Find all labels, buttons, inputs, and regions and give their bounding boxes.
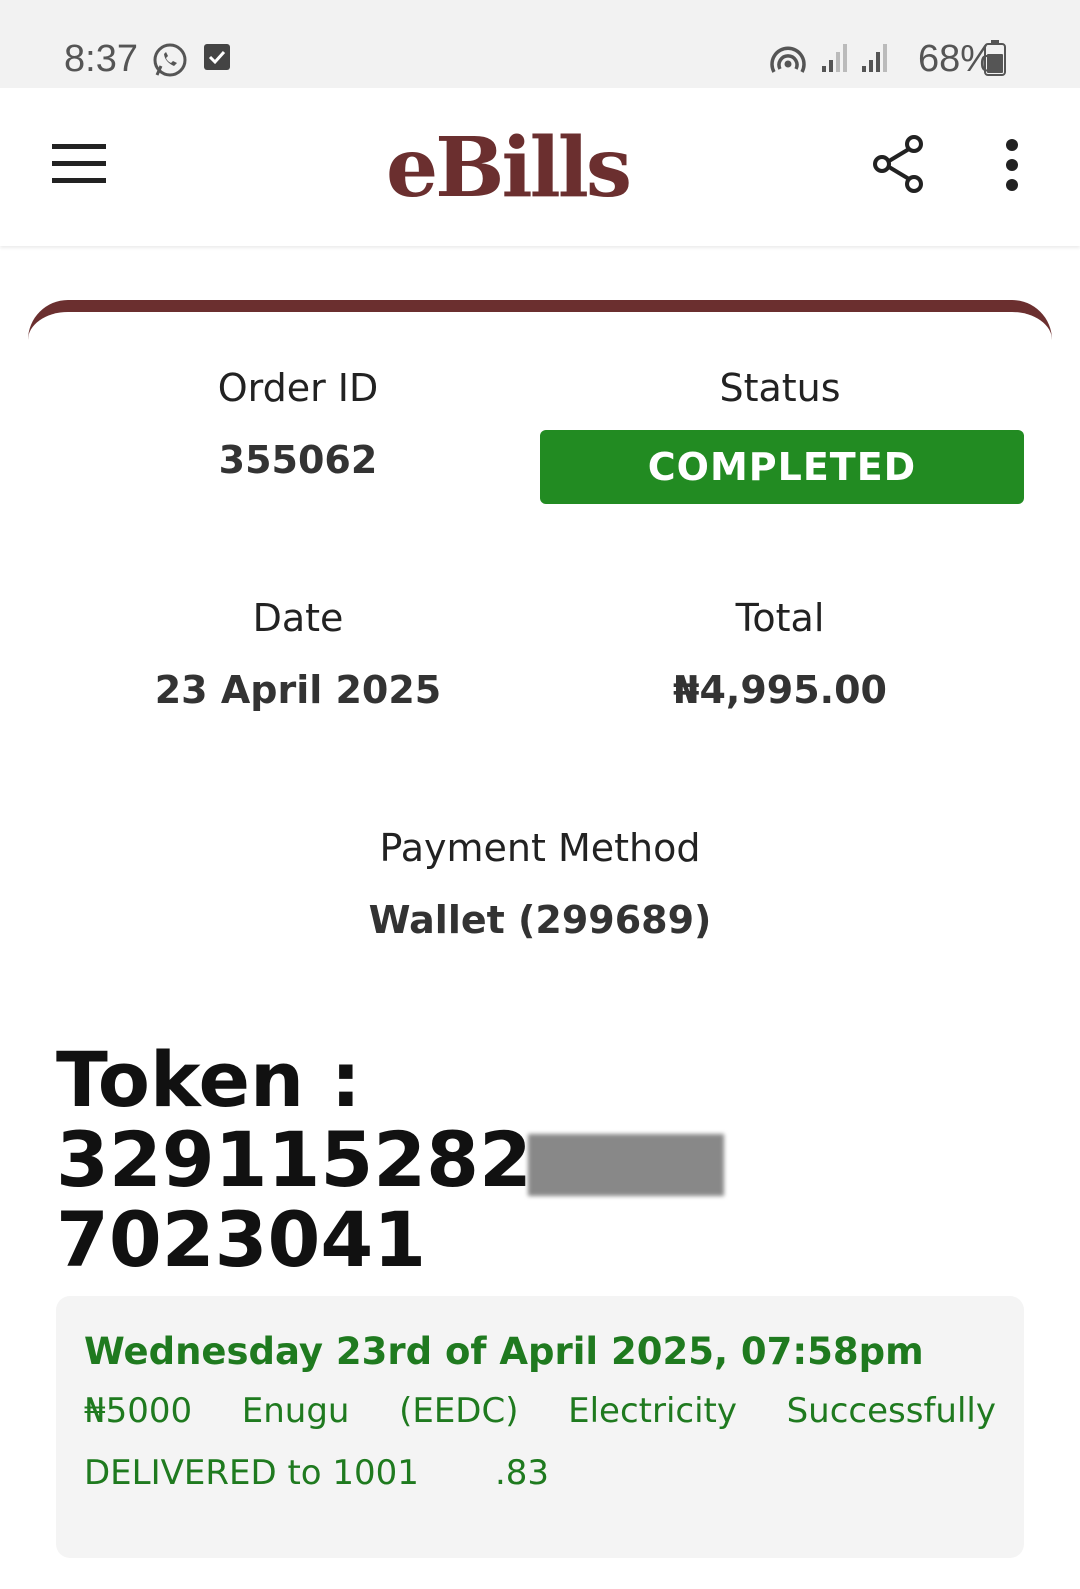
status-section: Status COMPLETED (540, 366, 1024, 504)
notice-word: ₦5000 (84, 1391, 193, 1431)
hotspot-icon (770, 46, 806, 73)
notice-word: (EEDC) (399, 1391, 519, 1431)
token-redacted (527, 1134, 724, 1196)
checkbox-notification-icon (204, 44, 230, 70)
meter-redacted (418, 1454, 495, 1484)
total-section: Total ₦4,995.00 (540, 596, 1020, 712)
notice-word: Successfully (786, 1391, 996, 1431)
delivered-suffix: .83 (494, 1453, 550, 1493)
delivery-notice: Wednesday 23rd of April 2025, 07:58pm ₦5… (56, 1296, 1024, 1558)
token-label: Token : (56, 1035, 361, 1124)
status-bar: 8:37 68% (0, 0, 1080, 88)
status-badge: COMPLETED (540, 430, 1024, 504)
notice-word: Electricity (568, 1391, 737, 1431)
token-prefix: 329115282 (56, 1115, 532, 1204)
date-section: Date 23 April 2025 (58, 596, 538, 712)
delivered-prefix: DELIVERED to 1001 (84, 1453, 419, 1493)
date-value: 23 April 2025 (154, 668, 442, 712)
order-id-label: Order ID (217, 366, 379, 410)
token-block: Token : 3291152827023041 (56, 1040, 1080, 1280)
total-label: Total (735, 596, 825, 640)
order-id-value: 355062 (218, 438, 378, 482)
signal-icon-2 (862, 44, 887, 72)
status-time: 8:37 (64, 38, 138, 80)
signal-icon (822, 44, 847, 72)
total-value: ₦4,995.00 (673, 668, 887, 712)
notice-line-2: DELIVERED to 1001 .83 (84, 1453, 996, 1493)
hamburger-menu-icon[interactable] (52, 144, 106, 184)
payment-section: Payment Method Wallet (299689) (300, 826, 780, 942)
date-label: Date (252, 596, 344, 640)
order-id-section: Order ID 355062 (58, 366, 538, 482)
payment-value: Wallet (299689) (368, 898, 712, 942)
whatsapp-icon (153, 43, 187, 77)
card-top-border (28, 300, 1052, 340)
ebills-logo: eBills (386, 120, 632, 216)
notice-word: Enugu (241, 1391, 350, 1431)
battery-icon (984, 40, 1006, 76)
token-value: 3291152827023041 (56, 1120, 1080, 1280)
payment-label: Payment Method (379, 826, 701, 870)
token-suffix: 7023041 (56, 1195, 427, 1284)
app-bar: eBills (0, 88, 1080, 246)
battery-percent: 68% (918, 38, 995, 80)
notice-line-1: ₦5000 Enugu (EEDC) Electricity Successfu… (84, 1391, 996, 1431)
status-label: Status (719, 366, 841, 410)
share-icon[interactable] (872, 134, 928, 194)
notice-datetime: Wednesday 23rd of April 2025, 07:58pm (84, 1330, 924, 1373)
more-options-icon[interactable] (1004, 138, 1020, 192)
